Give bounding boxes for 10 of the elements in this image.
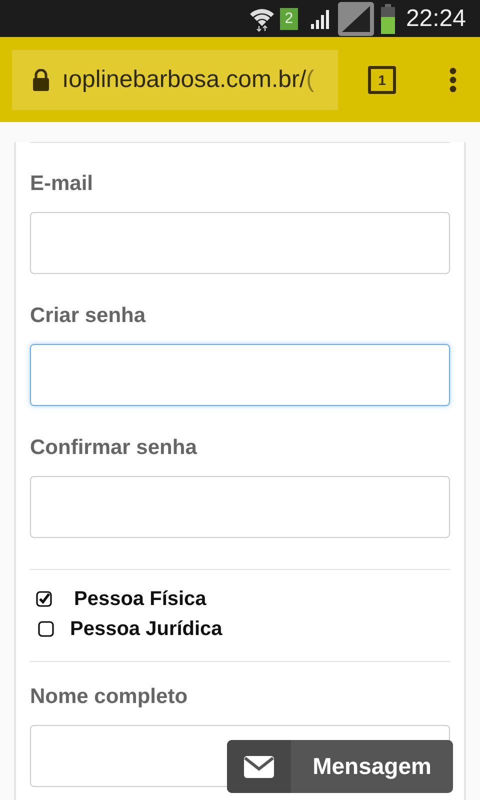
field-label: E-mail: [30, 172, 94, 196]
url-text: ıoplinebarbosa.com.br/: [62, 66, 306, 94]
checkbox-label: Pessoa Física: [74, 588, 206, 610]
field-label: Nome completo: [30, 685, 189, 709]
field-label: Confirmar senha: [30, 436, 198, 460]
sim-badge: 2: [280, 8, 298, 30]
url-text-cut: (: [306, 66, 314, 94]
clock-time: 22:24: [406, 4, 466, 32]
field-label: Criar senha: [30, 304, 147, 328]
checkbox-label: Pessoa Jurídica: [70, 618, 222, 640]
